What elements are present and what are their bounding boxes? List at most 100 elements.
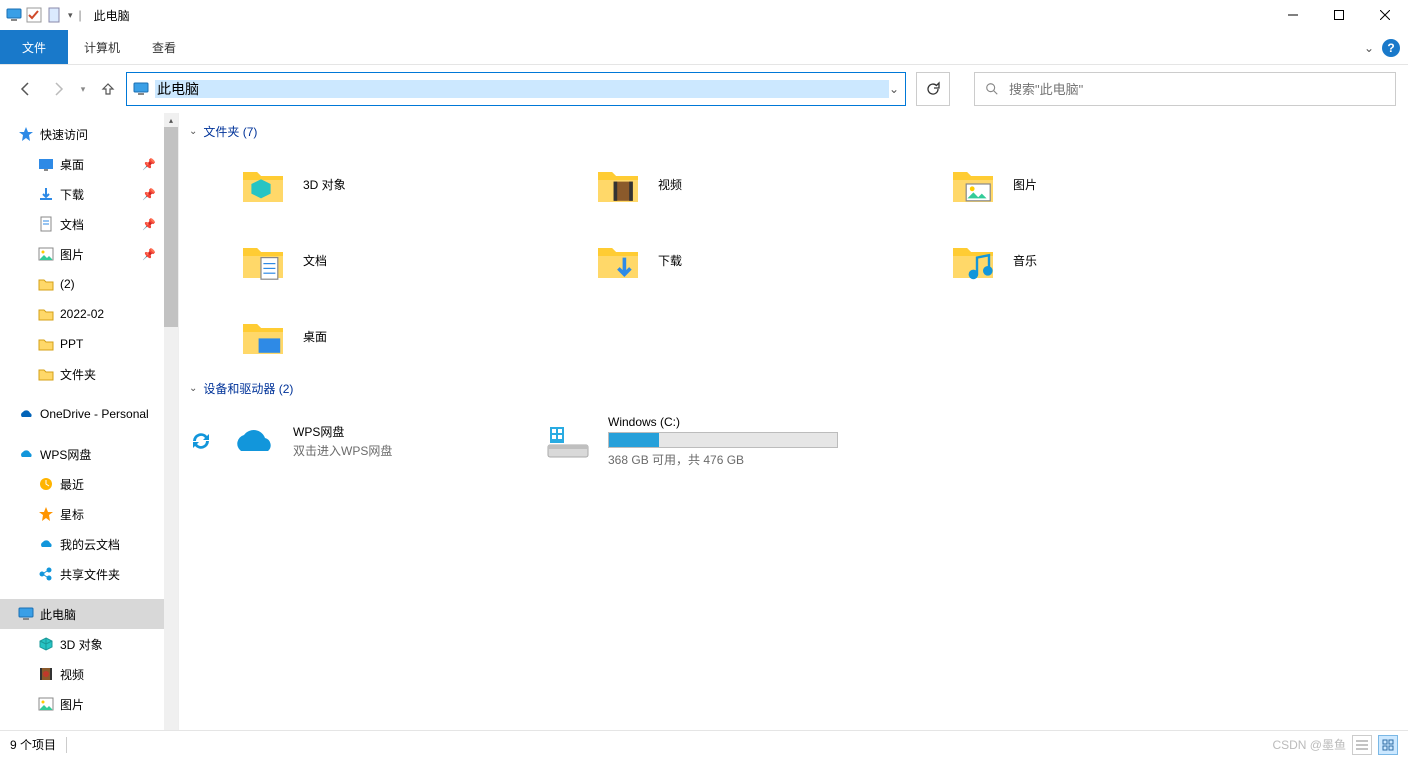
video-icon bbox=[38, 666, 54, 682]
sidebar-item-share[interactable]: 共享文件夹 bbox=[0, 559, 164, 589]
star-icon bbox=[38, 506, 54, 522]
picture-icon bbox=[38, 246, 54, 262]
pin-icon: 📌 bbox=[142, 218, 156, 231]
drive-item-wps[interactable]: WPS网盘 双击进入WPS网盘 bbox=[189, 403, 544, 479]
folder-item-desktop[interactable]: 桌面 bbox=[239, 298, 594, 374]
ribbon-collapse-icon[interactable]: ⌄ bbox=[1364, 41, 1374, 55]
sidebar-item-folder[interactable]: PPT bbox=[0, 329, 164, 359]
sidebar-label: WPS网盘 bbox=[40, 446, 91, 463]
folder-label: 视频 bbox=[658, 176, 682, 193]
forward-button[interactable] bbox=[44, 75, 72, 103]
help-icon[interactable]: ? bbox=[1382, 39, 1400, 57]
sidebar-item-clock[interactable]: 最近 bbox=[0, 469, 164, 499]
folder-item-document[interactable]: 文档 bbox=[239, 222, 594, 298]
minimize-button[interactable] bbox=[1270, 0, 1316, 30]
drive-subtitle: 双击进入WPS网盘 bbox=[293, 442, 392, 459]
sidebar-item-download[interactable]: 下载 📌 bbox=[0, 179, 164, 209]
sidebar-wps[interactable]: WPS网盘 bbox=[0, 439, 164, 469]
qat-dropdown-icon[interactable]: ▾ bbox=[68, 10, 73, 21]
search-box[interactable] bbox=[974, 72, 1396, 106]
thumbnails-view-toggle[interactable] bbox=[1378, 735, 1398, 755]
up-button[interactable] bbox=[94, 75, 122, 103]
folder-item-download[interactable]: 下载 bbox=[594, 222, 949, 298]
tab-view[interactable]: 查看 bbox=[136, 30, 192, 64]
sidebar-quick-access[interactable]: 快速访问 bbox=[0, 119, 164, 149]
sidebar-onedrive[interactable]: OneDrive - Personal bbox=[0, 399, 164, 429]
sidebar-scrollbar-thumb[interactable] bbox=[164, 127, 178, 327]
address-dropdown-icon[interactable]: ⌄ bbox=[889, 82, 899, 96]
folder-item-picture[interactable]: 图片 bbox=[949, 146, 1304, 222]
properties-qat-icon[interactable] bbox=[46, 7, 62, 23]
wps-cloud-icon bbox=[229, 417, 277, 465]
sidebar-item-label: 3D 对象 bbox=[60, 636, 103, 653]
folder-item-3d[interactable]: 3D 对象 bbox=[239, 146, 594, 222]
pin-icon: 📌 bbox=[142, 158, 156, 171]
drive-item-c[interactable]: Windows (C:) 368 GB 可用，共 476 GB bbox=[544, 403, 899, 479]
group-header-drives[interactable]: ⌄ 设备和驱动器 (2) bbox=[179, 374, 1408, 403]
status-item-count: 9 个项目 bbox=[10, 736, 56, 753]
download-folder-icon bbox=[594, 236, 642, 284]
folder-item-video[interactable]: 视频 bbox=[594, 146, 949, 222]
details-view-toggle[interactable] bbox=[1352, 735, 1372, 755]
sidebar-item-3d[interactable]: 3D 对象 bbox=[0, 629, 164, 659]
sidebar-item-label: 星标 bbox=[60, 506, 84, 523]
folder-icon bbox=[38, 306, 54, 322]
address-bar[interactable]: ⌄ bbox=[126, 72, 906, 106]
sidebar-item-document[interactable]: 文档 📌 bbox=[0, 209, 164, 239]
scrollbar-up-icon[interactable]: ▴ bbox=[164, 113, 178, 127]
navigation-pane: 快速访问 桌面 📌 下载 📌 文档 📌 图片 📌 (2) 2022-02 PPT bbox=[0, 113, 178, 730]
sidebar-item-picture[interactable]: 图片 bbox=[0, 689, 164, 719]
close-button[interactable] bbox=[1362, 0, 1408, 30]
group-header-label: 设备和驱动器 (2) bbox=[203, 380, 293, 397]
group-header-folders[interactable]: ⌄ 文件夹 (7) bbox=[179, 117, 1408, 146]
group-header-label: 文件夹 (7) bbox=[203, 123, 257, 140]
window-title: 此电脑 bbox=[94, 7, 130, 24]
chevron-down-icon: ⌄ bbox=[189, 126, 197, 137]
download-icon bbox=[38, 186, 54, 202]
folder-icon bbox=[38, 366, 54, 382]
sidebar-item-label: 共享文件夹 bbox=[60, 566, 120, 583]
desktop-folder-icon bbox=[239, 312, 287, 360]
share-icon bbox=[38, 566, 54, 582]
folder-item-music[interactable]: 音乐 bbox=[949, 222, 1304, 298]
sidebar-item-folder[interactable]: 文件夹 bbox=[0, 359, 164, 389]
sidebar-item-label: 下载 bbox=[60, 186, 84, 203]
hard-drive-icon bbox=[544, 417, 592, 465]
folder-icon bbox=[38, 276, 54, 292]
quick-access-toolbar: ▾ bbox=[6, 7, 73, 23]
tab-computer[interactable]: 计算机 bbox=[68, 30, 136, 64]
sidebar-item-video[interactable]: 视频 bbox=[0, 659, 164, 689]
recent-dropdown-icon[interactable]: ▾ bbox=[76, 75, 90, 103]
search-input[interactable] bbox=[1009, 82, 1385, 97]
sidebar-item-label: PPT bbox=[60, 337, 83, 351]
sidebar-this-pc[interactable]: 此电脑 bbox=[0, 599, 164, 629]
sidebar-item-cloud[interactable]: 我的云文档 bbox=[0, 529, 164, 559]
folder-label: 桌面 bbox=[303, 328, 327, 345]
sidebar-item-desktop[interactable]: 桌面 📌 bbox=[0, 149, 164, 179]
sidebar-item-picture[interactable]: 图片 📌 bbox=[0, 239, 164, 269]
sidebar-item-folder[interactable]: 2022-02 bbox=[0, 299, 164, 329]
navigation-row: ▾ ⌄ bbox=[0, 65, 1408, 113]
desktop-icon bbox=[38, 156, 54, 172]
back-button[interactable] bbox=[12, 75, 40, 103]
address-input[interactable] bbox=[155, 80, 889, 98]
folder-label: 下载 bbox=[658, 252, 682, 269]
drive-title: Windows (C:) bbox=[608, 415, 838, 429]
document-icon bbox=[38, 216, 54, 232]
pin-icon: 📌 bbox=[142, 248, 156, 261]
file-tab[interactable]: 文件 bbox=[0, 30, 68, 64]
sidebar-item-label: 图片 bbox=[60, 696, 84, 713]
sidebar-item-star[interactable]: 星标 bbox=[0, 499, 164, 529]
maximize-button[interactable] bbox=[1316, 0, 1362, 30]
refresh-button[interactable] bbox=[916, 72, 950, 106]
address-pc-icon bbox=[133, 81, 149, 97]
this-pc-icon bbox=[6, 7, 22, 23]
document-folder-icon bbox=[239, 236, 287, 284]
sidebar-item-label: 桌面 bbox=[60, 156, 84, 173]
status-divider bbox=[66, 737, 67, 753]
sidebar-label: 快速访问 bbox=[40, 126, 88, 143]
sidebar-item-label: 图片 bbox=[60, 246, 84, 263]
sidebar-item-folder[interactable]: (2) bbox=[0, 269, 164, 299]
video-folder-icon bbox=[594, 160, 642, 208]
checkbox-qat-icon[interactable] bbox=[26, 7, 42, 23]
